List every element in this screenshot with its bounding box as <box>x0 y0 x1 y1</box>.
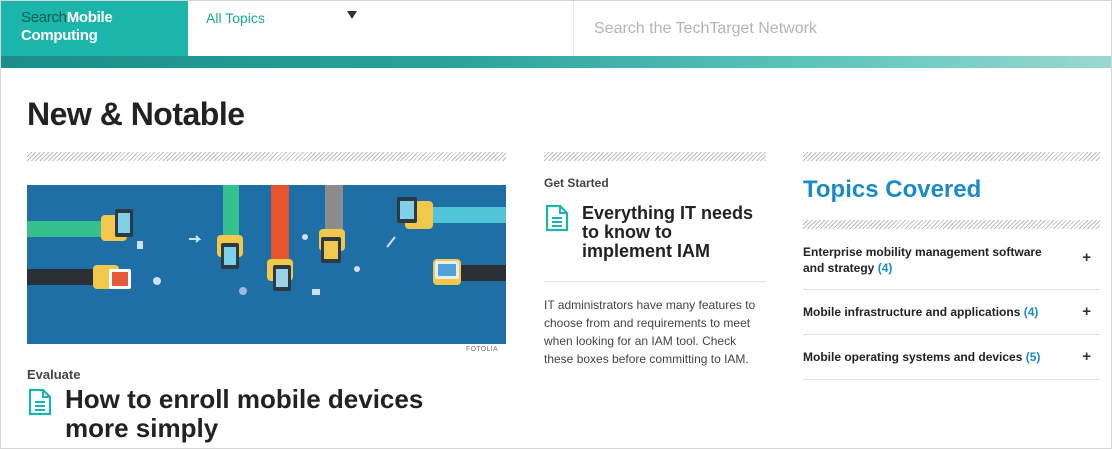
topic-label-line2: and strategy (4) <box>803 261 893 275</box>
all-topics-dropdown[interactable]: All Topics <box>206 10 265 26</box>
topic-item-mobile-infrastructure[interactable]: Mobile infrastructure and applications (… <box>803 304 1099 324</box>
hero-image[interactable] <box>27 185 506 344</box>
topic-count: (4) <box>1023 305 1039 319</box>
image-credit: FOTOLIA <box>466 346 498 353</box>
expand-plus-icon[interactable]: + <box>1082 349 1091 365</box>
feature-category[interactable]: Evaluate <box>27 367 80 382</box>
article-divider <box>544 281 766 282</box>
topic-label: Mobile infrastructure and applications <box>803 305 1021 319</box>
article-description-line1: IT administrators have many features to <box>544 298 756 312</box>
document-icon <box>27 388 53 421</box>
feature-headline-line2: more simply <box>65 413 219 443</box>
topic-item-mobile-os[interactable]: Mobile operating systems and devices (5)… <box>803 349 1099 369</box>
chevron-down-icon[interactable] <box>347 11 357 19</box>
article-headline-line3: implement IAM <box>582 241 711 261</box>
hands-holding-devices-illustration <box>27 185 506 344</box>
topic-divider <box>803 334 1100 335</box>
topics-covered-title: Topics Covered <box>803 176 982 203</box>
hatch-divider-middle <box>544 152 766 161</box>
article-headline-line1: Everything IT needs <box>582 203 754 223</box>
search-input[interactable] <box>594 18 1074 40</box>
page-title: New & Notable <box>27 96 245 132</box>
hatch-divider-right <box>803 152 1100 161</box>
topic-label: Mobile operating systems and devices <box>803 350 1023 364</box>
topic-count: (4) <box>877 261 893 275</box>
feature-headline[interactable]: How to enroll mobile devices more simply <box>65 385 423 443</box>
logo-computing-word: Computing <box>21 27 98 44</box>
logo-mobile-word: Mobile <box>66 9 113 26</box>
expand-plus-icon[interactable]: + <box>1082 304 1091 320</box>
topic-item-enterprise-mobility[interactable]: Enterprise mobility management software … <box>803 244 1099 284</box>
document-icon <box>544 204 570 237</box>
topic-divider <box>803 289 1100 290</box>
feature-headline-line1: How to enroll mobile devices <box>65 384 424 414</box>
article-description: IT administrators have many features to … <box>544 296 755 368</box>
logo-line1: SearchMobile <box>21 9 113 26</box>
article-category[interactable]: Get Started <box>544 176 609 190</box>
hatch-divider-topics <box>803 220 1100 229</box>
search-box <box>573 1 1112 56</box>
hatch-divider-left <box>27 152 506 161</box>
article-headline-line2: to know to <box>582 222 672 242</box>
article-description-line3: when looking for an IAM tool. Check <box>544 334 737 348</box>
expand-plus-icon[interactable]: + <box>1082 250 1091 266</box>
topic-divider <box>803 379 1100 380</box>
site-logo[interactable]: SearchMobile Computing <box>1 1 188 56</box>
header-accent-bar <box>1 56 1111 68</box>
top-navigation-bar: SearchMobile Computing All Topics <box>1 1 1111 57</box>
logo-search-word: Search <box>21 9 67 26</box>
article-description-line4: these boxes before committing to IAM. <box>544 352 749 366</box>
topic-count: (5) <box>1025 350 1041 364</box>
article-headline[interactable]: Everything IT needs to know to implement… <box>582 204 753 261</box>
topic-label-line1: Enterprise mobility management software <box>803 245 1042 259</box>
article-description-line2: choose from and requirements to meet <box>544 316 751 330</box>
